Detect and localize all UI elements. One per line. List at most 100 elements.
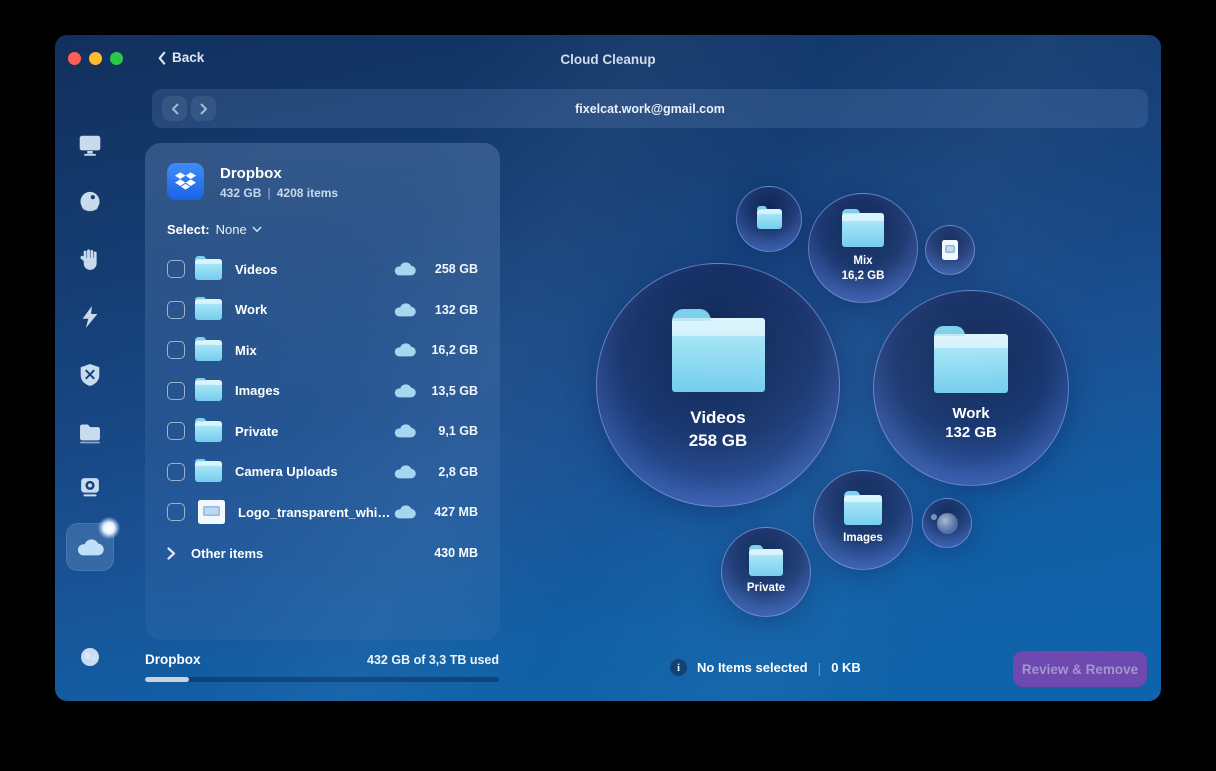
cloud-icon — [77, 534, 104, 561]
sidebar-item-space-lens[interactable] — [66, 178, 114, 226]
info-icon[interactable]: i — [670, 659, 687, 676]
checkbox[interactable] — [167, 260, 185, 278]
checkbox[interactable] — [167, 503, 185, 521]
other-items-label: Other items — [191, 546, 434, 561]
chevron-down-icon — [252, 226, 262, 233]
account-bar: fixelcat.work@gmail.com — [152, 89, 1148, 128]
list-item[interactable]: Mix 16,2 GB — [167, 330, 478, 371]
list-item[interactable]: Work 132 GB — [167, 290, 478, 331]
folder-icon — [934, 334, 1008, 393]
cloud-icon — [394, 384, 416, 398]
checkbox[interactable] — [167, 341, 185, 359]
folder-icon — [195, 380, 222, 401]
item-size: 9,1 GB — [416, 424, 478, 438]
checkbox[interactable] — [167, 463, 185, 481]
item-name: Work — [235, 302, 394, 317]
other-items-row[interactable]: Other items 430 MB — [167, 533, 478, 574]
cloud-icon — [394, 343, 416, 357]
cloud-icon — [394, 424, 416, 438]
item-size: 427 MB — [416, 505, 478, 519]
selection-status: i No Items selected | 0 KB — [670, 659, 861, 676]
account-email: fixelcat.work@gmail.com — [152, 89, 1148, 128]
item-name: Private — [235, 424, 394, 439]
page-title: Cloud Cleanup — [55, 52, 1161, 67]
service-size: 432 GB — [220, 186, 261, 200]
usage-service-label: Dropbox — [145, 652, 201, 667]
item-size: 16,2 GB — [416, 343, 478, 357]
sidebar-item-applications[interactable] — [66, 351, 114, 399]
scanner-icon — [77, 474, 103, 500]
list-item[interactable]: Private 9,1 GB — [167, 411, 478, 452]
item-name: Images — [235, 383, 394, 398]
titlebar: Back Cloud Cleanup — [55, 35, 1161, 89]
folder-icon — [195, 340, 222, 361]
folder-icon — [757, 209, 782, 229]
service-title: Dropbox — [220, 164, 338, 183]
chevron-right-icon — [167, 547, 176, 560]
bubble-label: Images — [843, 531, 883, 545]
sidebar-item-protection[interactable] — [66, 236, 114, 284]
review-remove-button[interactable]: Review & Remove — [1013, 651, 1147, 687]
usage-amount-label: 432 GB of 3,3 TB used — [367, 653, 499, 667]
bubble-images[interactable]: Images — [813, 470, 913, 570]
folder-icon — [844, 495, 882, 525]
dropbox-logo-icon — [167, 163, 204, 200]
hand-icon — [77, 247, 103, 273]
select-value: None — [216, 222, 247, 237]
item-size: 132 GB — [416, 303, 478, 317]
folder-icon — [195, 421, 222, 442]
cloud-icon — [394, 505, 416, 519]
bubble-private[interactable]: Private — [721, 527, 811, 617]
item-size: 2,8 GB — [416, 465, 478, 479]
checkbox[interactable] — [167, 422, 185, 440]
orb-icon — [78, 645, 102, 669]
file-icon — [942, 240, 958, 260]
item-name: Logo_transparent_whit… — [238, 505, 394, 520]
bubble-folder-small[interactable] — [736, 186, 802, 252]
shield-icon — [77, 362, 103, 388]
service-items-count: 4208 items — [277, 186, 338, 200]
select-dropdown[interactable]: Select: None — [167, 222, 478, 237]
storage-usage: Dropbox 432 GB of 3,3 TB used — [145, 652, 499, 682]
sphere-icon — [937, 513, 958, 534]
mac-icon — [77, 132, 103, 158]
usage-progress-fill — [145, 677, 189, 682]
cloud-icon — [394, 262, 416, 276]
sidebar-item-speed[interactable] — [66, 293, 114, 341]
select-label: Select: — [167, 222, 210, 237]
service-stats: 432 GB|4208 items — [220, 186, 338, 200]
desktop-background: Back Cloud Cleanup fixelcat.work@gmail.c… — [0, 0, 1216, 771]
folder-icon — [195, 461, 222, 482]
folder-icon — [77, 420, 103, 446]
bubble-file-small[interactable] — [925, 225, 975, 275]
bubble-work[interactable]: Work132 GB — [873, 290, 1069, 486]
cloud-icon — [394, 465, 416, 479]
sidebar-item-files[interactable] — [66, 409, 114, 457]
folder-icon — [842, 213, 884, 247]
bubble-sphere-small[interactable] — [922, 498, 972, 548]
bubble-label: Mix16,2 GB — [842, 254, 885, 283]
sidebar-item-smart-scan[interactable] — [66, 121, 114, 169]
item-size: 13,5 GB — [416, 384, 478, 398]
folder-icon — [195, 299, 222, 320]
selection-text: No Items selected — [697, 660, 808, 675]
list-item[interactable]: Images 13,5 GB — [167, 371, 478, 412]
list-item[interactable]: Videos258 GB — [167, 249, 478, 290]
bubble-label: Private — [747, 581, 785, 595]
bubble-mix[interactable]: Mix16,2 GB — [808, 193, 918, 303]
list-item[interactable]: Logo_transparent_whit… 427 MB — [167, 492, 478, 533]
selection-size: 0 KB — [831, 660, 861, 675]
app-window: Back Cloud Cleanup fixelcat.work@gmail.c… — [55, 35, 1161, 701]
sidebar-item-assistant[interactable] — [66, 633, 114, 681]
checkbox[interactable] — [167, 382, 185, 400]
item-name: Mix — [235, 343, 394, 358]
item-name: Videos — [235, 262, 394, 277]
lens-icon — [77, 189, 103, 215]
sidebar-item-cloud-cleanup[interactable] — [66, 523, 114, 571]
notification-badge — [98, 517, 120, 539]
list-item[interactable]: Camera Uploads2,8 GB — [167, 452, 478, 493]
bubble-videos[interactable]: Videos258 GB — [596, 263, 840, 507]
checkbox[interactable] — [167, 301, 185, 319]
sidebar-item-my-clutter[interactable] — [66, 463, 114, 511]
cloud-icon — [394, 303, 416, 317]
